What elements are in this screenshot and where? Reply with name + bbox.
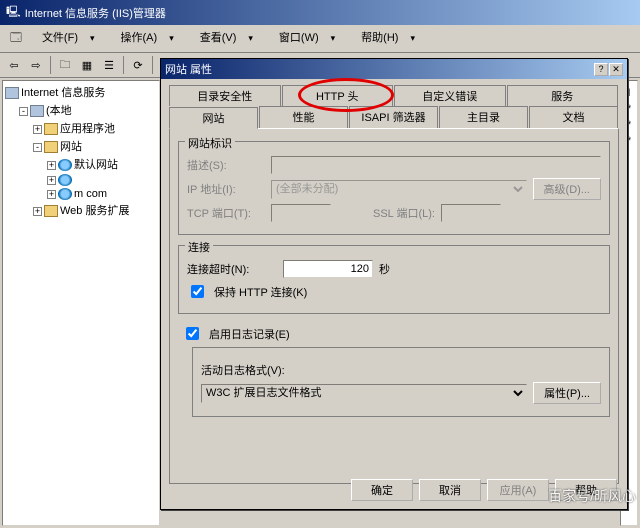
expand-icon[interactable]: + bbox=[33, 125, 42, 134]
tree-host[interactable]: -(本地 bbox=[5, 101, 157, 119]
expand-icon[interactable]: + bbox=[47, 190, 56, 199]
timeout-input[interactable] bbox=[283, 260, 373, 278]
close-button[interactable]: ✕ bbox=[609, 63, 623, 76]
desc-label: 描述(S): bbox=[187, 157, 265, 173]
keepalive-label: 保持 HTTP 连接(K) bbox=[214, 284, 307, 300]
enable-log-checkbox[interactable] bbox=[186, 327, 199, 340]
folder-icon bbox=[44, 141, 58, 153]
timeout-label: 连接超时(N): bbox=[187, 261, 277, 277]
log-props-button[interactable]: 属性(P)... bbox=[533, 382, 601, 404]
ssl-label: SSL 端口(L): bbox=[373, 205, 435, 221]
tab-homedir[interactable]: 主目录 bbox=[439, 106, 528, 128]
tree-app-pool[interactable]: +应用程序池 bbox=[5, 119, 157, 137]
app-icon: 🗔 bbox=[4, 27, 28, 50]
expand-icon[interactable]: + bbox=[33, 207, 42, 216]
expand-icon[interactable]: + bbox=[47, 176, 56, 185]
main-window-title: 🖳 Internet 信息服务 (IIS)管理器 bbox=[0, 0, 640, 25]
tab-custom-errors[interactable]: 自定义错误 bbox=[394, 85, 506, 106]
cancel-button[interactable]: 取消 bbox=[419, 479, 481, 501]
tcp-label: TCP 端口(T): bbox=[187, 205, 265, 221]
refresh-button[interactable]: ⟳ bbox=[128, 55, 148, 75]
tab-panel: 网站标识 描述(S): IP 地址(I): (全部未分配) 高级(D)... T… bbox=[169, 128, 619, 484]
tab-website[interactable]: 网站 bbox=[169, 107, 258, 129]
tcp-input bbox=[271, 204, 331, 222]
desc-input bbox=[271, 156, 601, 174]
menubar: 🗔 文件(F)▾ 操作(A)▾ 查看(V)▾ 窗口(W)▾ 帮助(H)▾ bbox=[0, 25, 640, 53]
log-format-label: 活动日志格式(V): bbox=[201, 362, 285, 378]
menu-view[interactable]: 查看(V)▾ bbox=[188, 27, 265, 50]
menu-action[interactable]: 操作(A)▾ bbox=[109, 27, 186, 50]
menu-window[interactable]: 窗口(W)▾ bbox=[267, 27, 347, 50]
dialog-titlebar: 网站 属性 ? ✕ bbox=[161, 59, 627, 79]
menu-help[interactable]: 帮助(H)▾ bbox=[349, 27, 427, 50]
up-button[interactable]: 🗀 bbox=[55, 55, 75, 75]
group-legend: 网站标识 bbox=[185, 135, 235, 151]
menu-file[interactable]: 文件(F)▾ bbox=[30, 27, 107, 50]
group-legend: 连接 bbox=[185, 239, 213, 255]
tree-site-2[interactable]: + bbox=[5, 173, 157, 187]
back-button[interactable]: ⇦ bbox=[4, 55, 24, 75]
tabs: 目录安全性 HTTP 头 自定义错误 服务 网站 性能 ISAPI 筛选器 主目… bbox=[161, 79, 627, 484]
seconds-label: 秒 bbox=[379, 261, 390, 277]
tab-http-headers[interactable]: HTTP 头 bbox=[282, 85, 394, 106]
tab-service[interactable]: 服务 bbox=[507, 85, 619, 106]
ip-label: IP 地址(I): bbox=[187, 181, 265, 197]
tab-docs[interactable]: 文档 bbox=[529, 106, 618, 128]
globe-icon bbox=[58, 174, 72, 186]
globe-icon bbox=[58, 188, 72, 200]
fwd-button[interactable]: ⇨ bbox=[26, 55, 46, 75]
ip-select: (全部未分配) bbox=[271, 180, 527, 199]
tree-root[interactable]: Internet 信息服务 bbox=[5, 83, 157, 101]
tree-web-ext[interactable]: +Web 服务扩展 bbox=[5, 201, 157, 219]
tree-site-3[interactable]: +m com bbox=[5, 187, 157, 201]
props-button[interactable]: ☰ bbox=[99, 55, 119, 75]
group-connection: 连接 连接超时(N): 秒 保持 HTTP 连接(K) bbox=[178, 245, 610, 314]
tree-default-site[interactable]: +默认网站 bbox=[5, 155, 157, 173]
tab-dir-security[interactable]: 目录安全性 bbox=[169, 85, 281, 106]
advanced-button: 高级(D)... bbox=[533, 178, 601, 200]
keepalive-checkbox[interactable] bbox=[191, 285, 204, 298]
collapse-icon[interactable]: - bbox=[19, 107, 28, 116]
properties-dialog: 网站 属性 ? ✕ 目录安全性 HTTP 头 自定义错误 服务 网站 性能 IS… bbox=[160, 58, 628, 510]
tree-pane[interactable]: Internet 信息服务 -(本地 +应用程序池 -网站 +默认网站 + +m… bbox=[2, 80, 160, 526]
ssl-input bbox=[441, 204, 501, 222]
folder-icon bbox=[44, 205, 58, 217]
server-icon bbox=[30, 105, 44, 117]
globe-icon bbox=[58, 159, 72, 171]
help-button[interactable]: ? bbox=[594, 63, 608, 76]
watermark: 百家号/昕风心 bbox=[548, 486, 636, 506]
group-log: 活动日志格式(V): W3C 扩展日志文件格式 属性(P)... bbox=[192, 347, 610, 417]
apply-button: 应用(A) bbox=[487, 479, 549, 501]
tab-isapi[interactable]: ISAPI 筛选器 bbox=[349, 106, 438, 128]
enable-log-label: 启用日志记录(E) bbox=[209, 326, 290, 342]
collapse-icon[interactable]: - bbox=[33, 143, 42, 152]
dialog-title-text: 网站 属性 bbox=[165, 61, 212, 77]
log-format-select[interactable]: W3C 扩展日志文件格式 bbox=[201, 384, 527, 403]
list-button[interactable]: ▦ bbox=[77, 55, 97, 75]
folder-icon bbox=[44, 123, 58, 135]
ok-button[interactable]: 确定 bbox=[351, 479, 413, 501]
expand-icon[interactable]: + bbox=[47, 161, 56, 170]
tab-performance[interactable]: 性能 bbox=[259, 106, 348, 128]
computer-icon bbox=[5, 87, 19, 99]
group-site-id: 网站标识 描述(S): IP 地址(I): (全部未分配) 高级(D)... T… bbox=[178, 141, 610, 235]
iis-icon: 🖳 bbox=[6, 3, 21, 22]
title-text: Internet 信息服务 (IIS)管理器 bbox=[25, 5, 166, 21]
tree-website[interactable]: -网站 bbox=[5, 137, 157, 155]
